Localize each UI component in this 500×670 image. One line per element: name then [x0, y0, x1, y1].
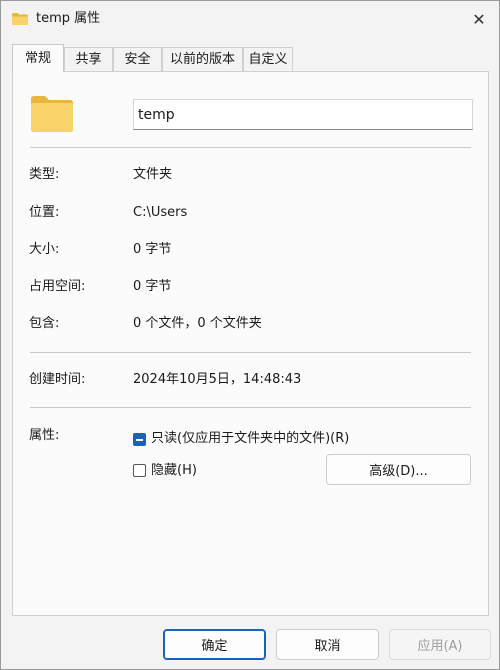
folder-name-input[interactable]	[133, 99, 473, 130]
location-label: 位置:	[29, 205, 60, 220]
readonly-label[interactable]: 只读(仅应用于文件夹中的文件)(R)	[151, 430, 349, 448]
size-on-disk-value: 0 字节	[133, 279, 172, 294]
advanced-button[interactable]: 高级(D)...	[326, 454, 471, 485]
folder-icon	[31, 96, 73, 132]
location-value: C:\Users	[133, 205, 188, 220]
tab-customize[interactable]: 自定义	[243, 47, 293, 71]
contains-value: 0 个文件，0 个文件夹	[133, 316, 262, 331]
close-icon: ✕	[472, 9, 486, 29]
size-on-disk-label: 占用空间:	[29, 279, 86, 294]
created-label: 创建时间:	[29, 372, 86, 387]
created-value: 2024年10月5日，14:48:43	[133, 372, 302, 387]
properties-window: temp 属性 ✕ 常规 共享 安全 以前的版本 自定义 类型: 文件夹 位置:…	[0, 0, 500, 670]
apply-button[interactable]: 应用(A)	[389, 629, 491, 660]
size-label: 大小:	[29, 242, 60, 257]
title-bar: temp 属性 ✕	[1, 1, 499, 39]
general-panel: 类型: 文件夹 位置: C:\Users 大小: 0 字节 占用空间: 0 字节…	[12, 71, 489, 616]
readonly-checkbox[interactable]	[133, 433, 146, 446]
type-value: 文件夹	[133, 167, 173, 182]
tab-security[interactable]: 安全	[113, 47, 162, 71]
size-value: 0 字节	[133, 242, 172, 257]
attributes-label: 属性:	[29, 428, 60, 443]
hidden-label[interactable]: 隐藏(H)	[151, 462, 197, 480]
close-button[interactable]: ✕	[463, 4, 495, 34]
hidden-checkbox[interactable]	[133, 464, 146, 477]
cancel-button[interactable]: 取消	[276, 629, 379, 660]
tab-sharing[interactable]: 共享	[64, 47, 113, 71]
divider	[30, 147, 471, 148]
window-title: temp 属性	[36, 11, 101, 26]
type-label: 类型:	[29, 167, 60, 182]
ok-button[interactable]: 确定	[163, 629, 266, 660]
divider	[30, 407, 471, 408]
contains-label: 包含:	[29, 316, 60, 331]
folder-icon	[12, 13, 28, 25]
tab-previous-versions[interactable]: 以前的版本	[162, 47, 243, 71]
tab-general[interactable]: 常规	[12, 44, 64, 72]
divider	[30, 352, 471, 353]
